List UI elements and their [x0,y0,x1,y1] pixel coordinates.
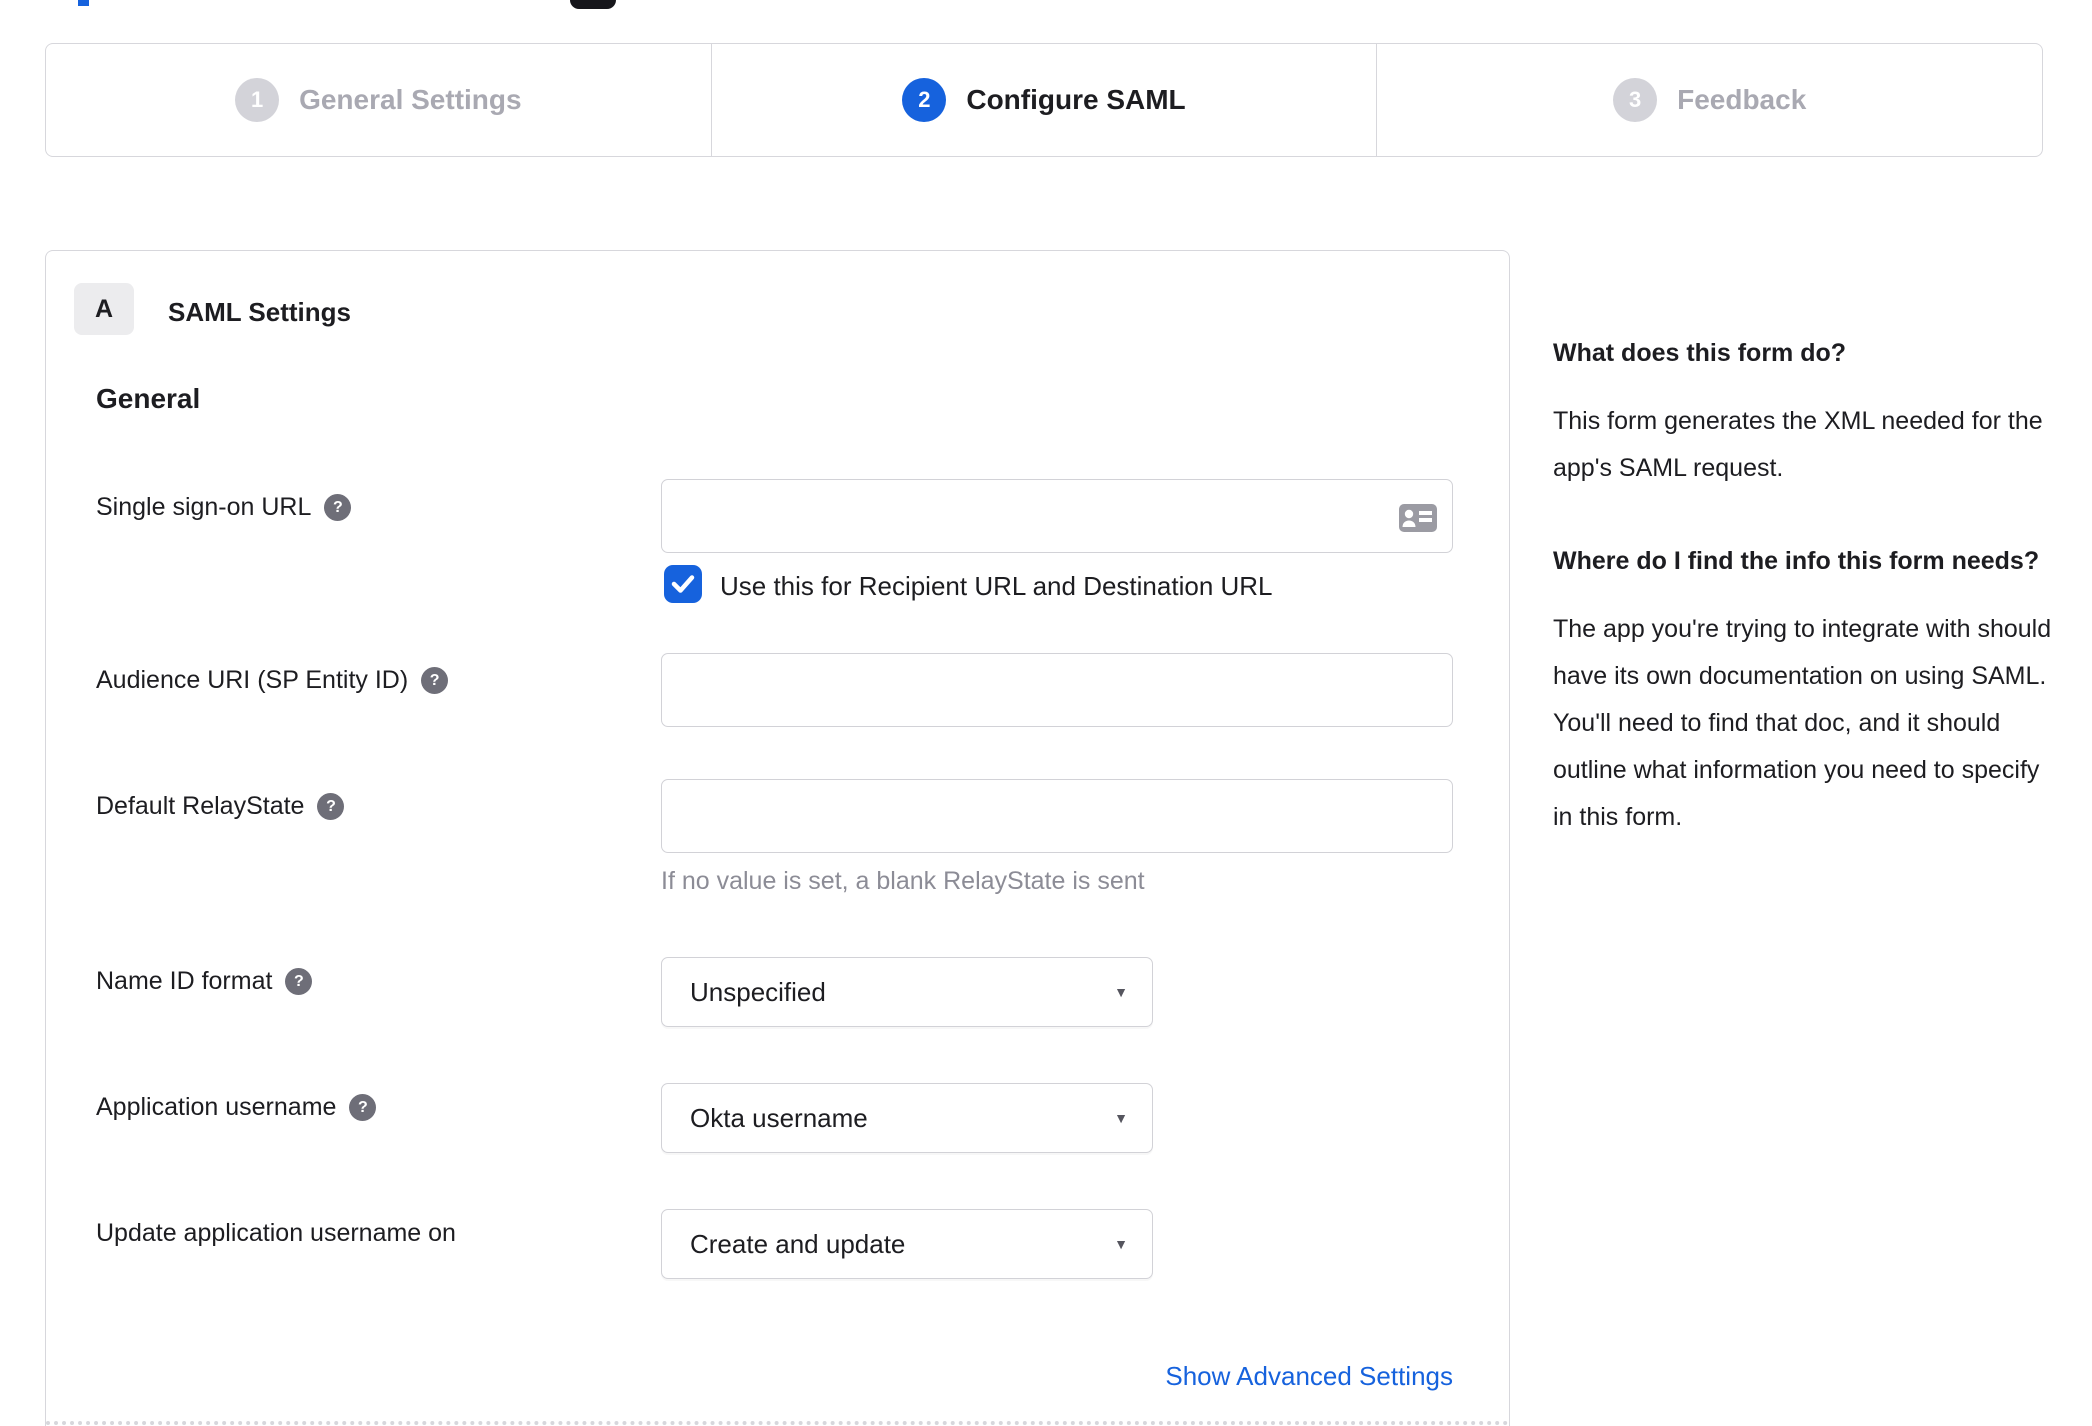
application-username-select[interactable]: Okta username ▼ [661,1083,1153,1153]
group-title-general: General [96,383,201,414]
step-number-badge: 3 [1613,78,1658,122]
step-configure-saml[interactable]: 2 Configure SAML [710,44,1377,156]
step-feedback[interactable]: 3 Feedback [1376,44,2042,156]
help-sidebar: What does this form do? This form genera… [1553,330,2060,887]
default-relaystate-input[interactable] [661,779,1453,853]
header-icon-fragment [570,0,616,9]
section-a-badge: A [74,283,134,335]
sidebar-question-2: Where do I find the info this form needs… [1553,547,2040,575]
step-label: Feedback [1677,84,1807,115]
name-id-format-label-text: Name ID format [96,967,273,995]
help-icon[interactable]: ? [317,793,345,820]
relaystate-hint: If no value is set, a blank RelayState i… [661,867,1145,895]
update-username-label: Update application username on [96,1219,456,1248]
sso-url-label-text: Single sign-on URL [96,493,312,521]
sidebar-answer-1: This form generates the XML needed for t… [1553,407,2043,482]
use-for-recipient-destination-checkbox[interactable] [664,565,702,603]
audience-uri-input[interactable] [661,653,1453,727]
name-id-format-label: Name ID format ? [96,967,313,996]
sso-url-label: Single sign-on URL ? [96,493,352,522]
show-advanced-settings-link[interactable]: Show Advanced Settings [661,1361,1453,1392]
chevron-down-icon: ▼ [1114,1236,1128,1252]
wizard-stepper: 1 General Settings 2 Configure SAML 3 Fe… [45,43,2043,157]
update-username-select[interactable]: Create and update ▼ [661,1209,1153,1279]
audience-uri-label-text: Audience URI (SP Entity ID) [96,666,409,694]
chevron-down-icon: ▼ [1114,1110,1128,1126]
step-general-settings[interactable]: 1 General Settings [46,44,711,156]
help-icon[interactable]: ? [349,1094,377,1121]
help-icon[interactable]: ? [421,667,449,694]
select-value: Create and update [690,1228,906,1259]
checkmark-icon [671,575,695,593]
step-label: Configure SAML [966,84,1186,115]
audience-uri-label: Audience URI (SP Entity ID) ? [96,666,449,695]
checkbox-label: Use this for Recipient URL and Destinati… [720,571,1273,601]
step-number-badge: 1 [235,78,280,122]
sidebar-answer-2: The app you're trying to integrate with … [1553,615,2052,831]
select-value: Unspecified [690,976,826,1007]
default-relaystate-label-text: Default RelayState [96,792,305,820]
step-number-badge: 2 [902,78,947,122]
select-value: Okta username [690,1102,868,1133]
name-id-format-select[interactable]: Unspecified ▼ [661,957,1153,1027]
application-username-label: Application username ? [96,1093,377,1122]
sidebar-question-1: What does this form do? [1553,339,1847,367]
saml-settings-card: A SAML Settings General Single sign-on U… [45,250,1510,1426]
application-username-label-text: Application username [96,1093,337,1121]
section-divider [46,1421,1509,1425]
help-icon[interactable]: ? [324,494,352,521]
header-logo-fragment [78,0,89,6]
step-label: General Settings [299,84,522,115]
single-sign-on-url-input[interactable] [661,479,1453,553]
update-username-label-text: Update application username on [96,1219,456,1247]
chevron-down-icon: ▼ [1114,984,1128,1000]
default-relaystate-label: Default RelayState ? [96,792,345,821]
section-title: SAML Settings [168,297,351,327]
help-icon[interactable]: ? [285,968,313,995]
